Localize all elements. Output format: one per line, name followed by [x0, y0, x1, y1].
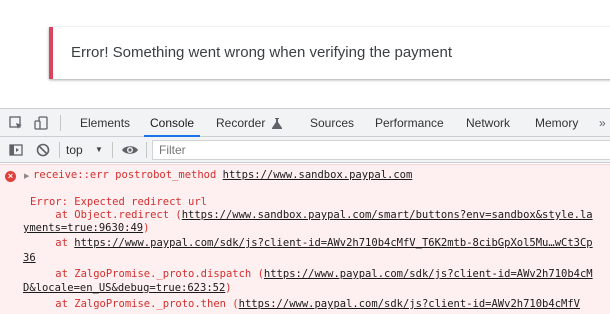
toolbar-divider	[59, 142, 60, 158]
stack-line: Error: Expected redirect url	[30, 196, 207, 208]
stack-line-link[interactable]: https://www.sandbox.paypal.com/smart/but…	[182, 209, 593, 221]
stack-line: D&locale=en_US&debug=true:623:52)	[23, 282, 232, 294]
chevron-down-icon[interactable]: ▼	[95, 144, 103, 156]
expand-arrow-icon[interactable]: ▶	[24, 172, 29, 180]
stack-line: at Object.redirect (https://www.sandbox.…	[30, 209, 593, 221]
stack-line-text: at Object.redirect (	[30, 209, 182, 221]
console-toolbar: top ▼	[0, 137, 610, 163]
stack-line-link[interactable]: yments=true:9630:49	[23, 222, 143, 234]
flask-icon	[271, 111, 282, 139]
error-icon: ×	[5, 171, 16, 182]
stack-line-suffix: )	[225, 282, 232, 294]
console-message: receive::err postrobot_method https://ww…	[33, 169, 412, 181]
stack-line: at ZalgoPromise._proto.dispatch (https:/…	[30, 268, 593, 280]
toolbar-divider	[60, 115, 61, 131]
tab-recorder[interactable]: Recorder	[216, 109, 282, 136]
context-selector[interactable]: top	[66, 142, 83, 158]
stack-line-link[interactable]: D&locale=en_US&debug=true:623:52	[23, 282, 225, 294]
eye-icon[interactable]	[121, 142, 138, 158]
console-message-link[interactable]: https://www.sandbox.paypal.com	[223, 169, 413, 181]
stack-line-link[interactable]: https://www.paypal.com/sdk/js?client-id=…	[74, 237, 592, 249]
stack-line-link[interactable]: https://www.paypal.com/sdk/js?client-id=…	[239, 298, 580, 310]
tab-performance[interactable]: Performance	[375, 109, 444, 136]
alert-message: Error! Something went wrong when verifyi…	[71, 44, 453, 61]
tab-recorder-label: Recorder	[216, 116, 266, 130]
stack-line-link[interactable]: 36	[23, 252, 36, 264]
tab-elements[interactable]: Elements	[80, 109, 130, 136]
page-area: Error! Something went wrong when verifyi…	[0, 0, 610, 108]
toolbar-divider	[112, 142, 113, 158]
stack-line: at https://www.paypal.com/sdk/js?client-…	[30, 237, 592, 249]
console-output: × ▶ receive::err postrobot_method https:…	[0, 164, 610, 314]
tab-network[interactable]: Network	[466, 109, 510, 136]
toolbar-divider	[146, 142, 147, 158]
console-message-text: receive::err postrobot_method	[33, 169, 223, 181]
stack-line: yments=true:9630:49)	[23, 222, 149, 234]
sidebar-toggle-icon[interactable]	[8, 142, 24, 158]
stack-line-text: Error: Expected redirect url	[30, 196, 208, 208]
device-toolbar-icon[interactable]	[33, 115, 49, 131]
stack-line-suffix: )	[143, 222, 150, 234]
stack-line-text: at ZalgoPromise._proto.then (	[30, 298, 239, 310]
devtools-panel: Elements Console Recorder Sources Perfor…	[0, 108, 610, 314]
stack-line-text: at	[30, 237, 75, 249]
tab-console[interactable]: Console	[143, 109, 201, 137]
more-tabs-icon[interactable]: »	[599, 109, 606, 136]
devtools-tab-bar: Elements Console Recorder Sources Perfor…	[0, 109, 610, 137]
clear-console-icon[interactable]	[35, 142, 51, 158]
error-alert: Error! Something went wrong when verifyi…	[49, 27, 610, 79]
inspect-element-icon[interactable]	[8, 115, 24, 131]
stack-line: at ZalgoPromise._proto.then (https://www…	[30, 298, 580, 310]
stack-line: 36	[23, 252, 36, 264]
stack-line-text: at ZalgoPromise._proto.dispatch (	[30, 268, 264, 280]
tab-memory[interactable]: Memory	[535, 109, 578, 136]
stack-line-link[interactable]: https://www.paypal.com/sdk/js?client-id=…	[264, 268, 593, 280]
filter-input[interactable]	[152, 140, 610, 160]
tab-sources[interactable]: Sources	[310, 109, 354, 136]
